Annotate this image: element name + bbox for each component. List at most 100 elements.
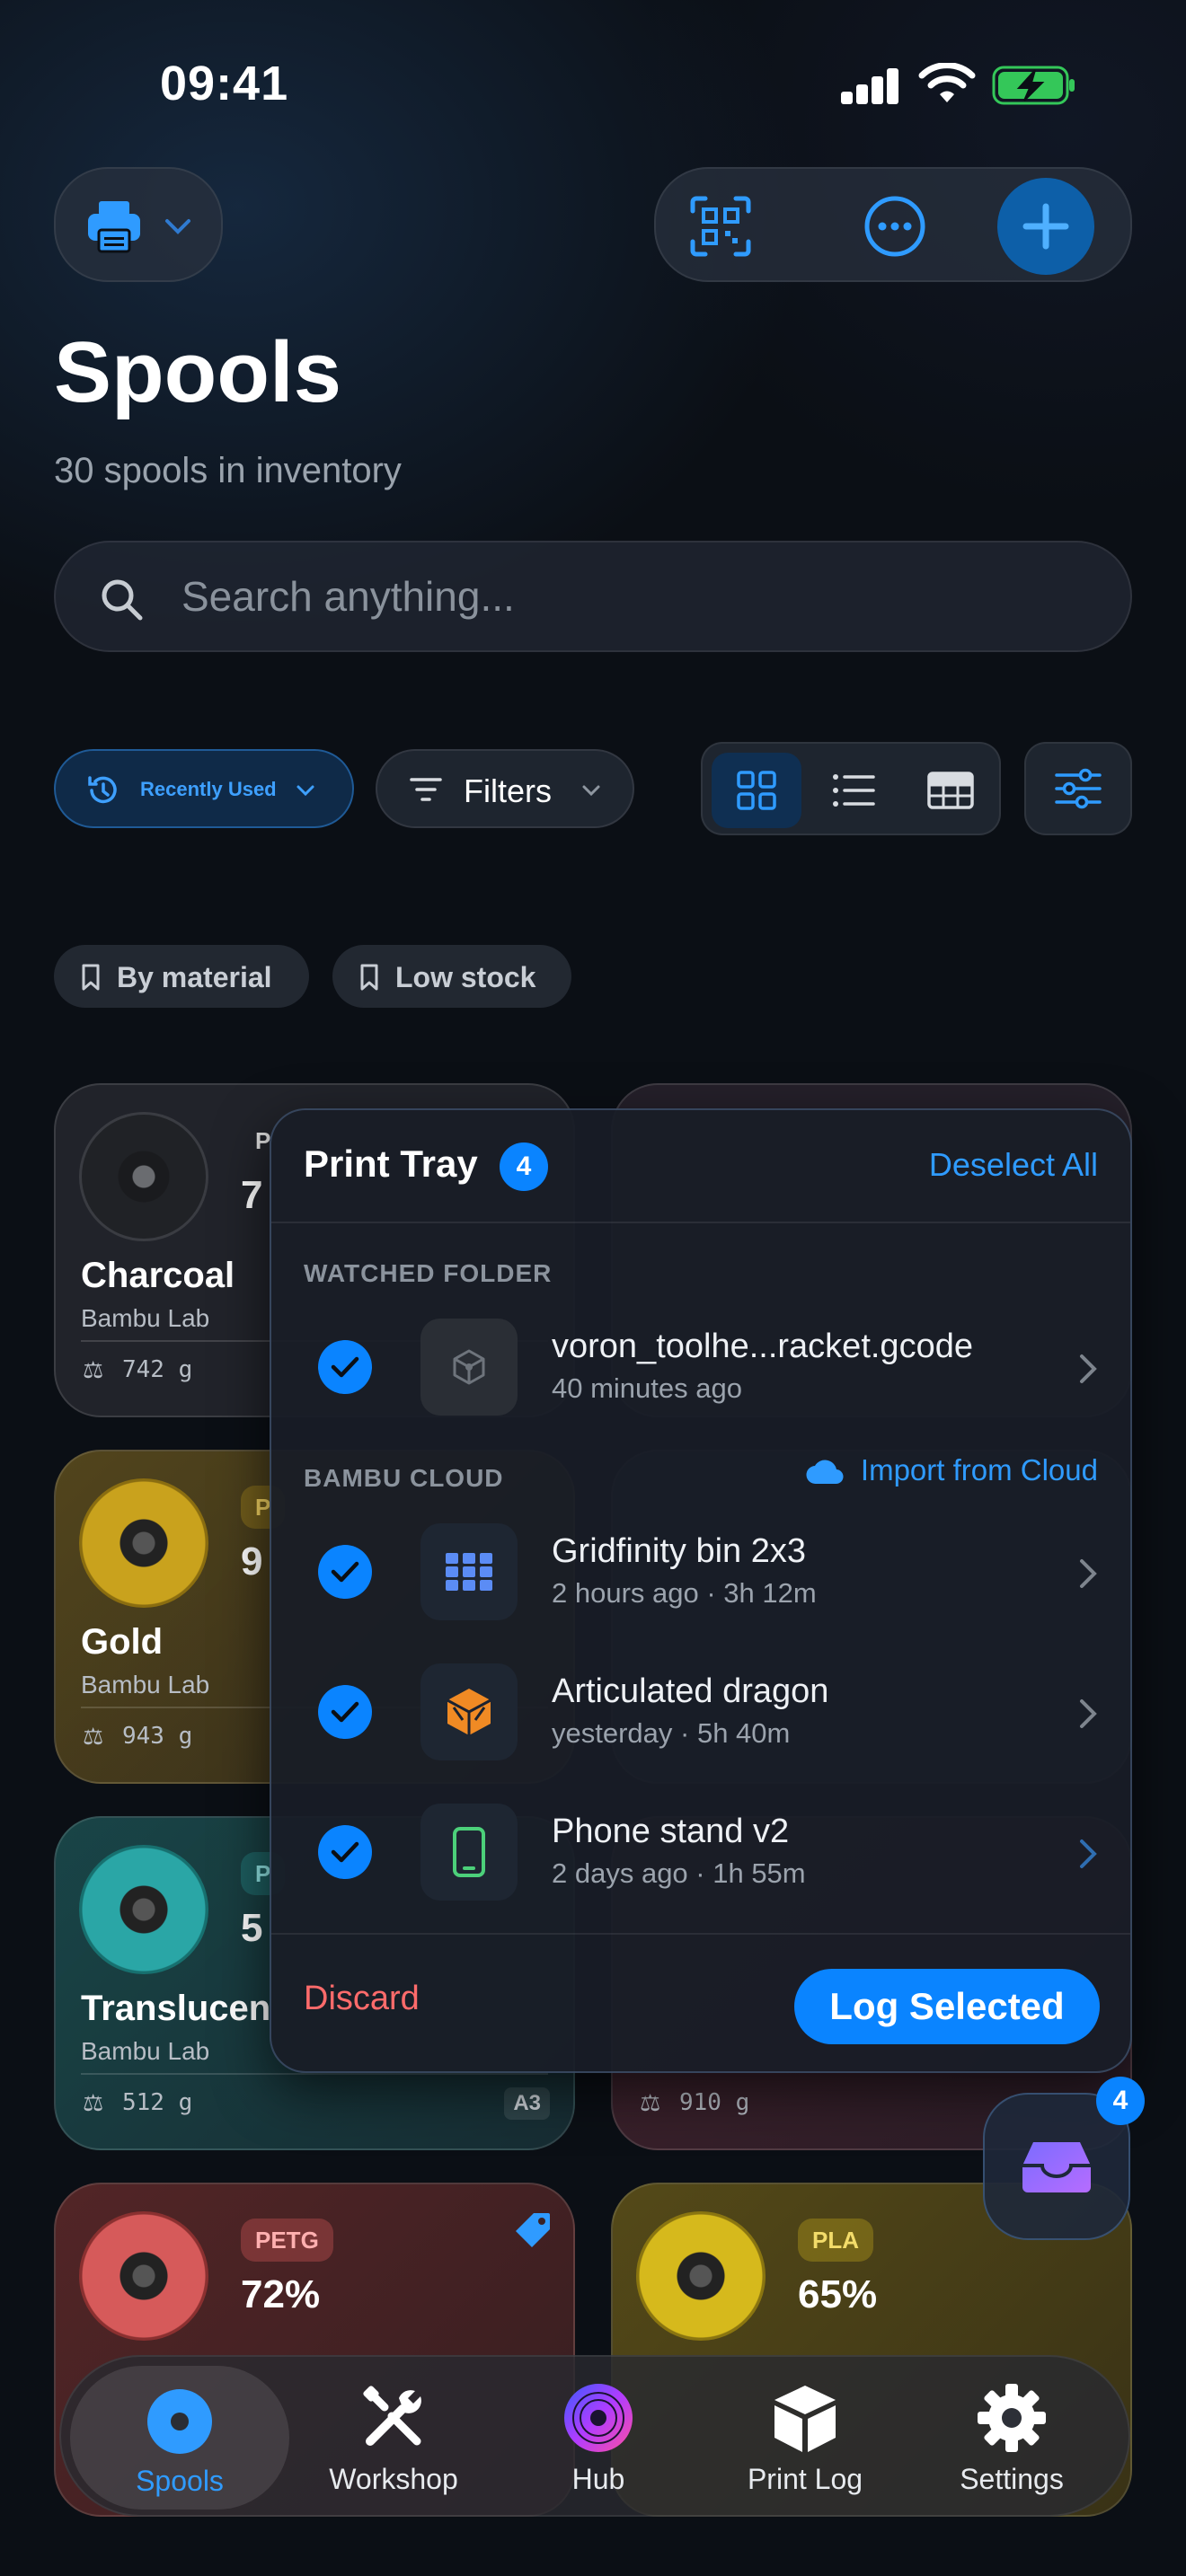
weight-icon: ⚖ bbox=[640, 2089, 661, 2116]
spool-name: Translucen bbox=[81, 1989, 271, 2028]
saved-filter-by-material[interactable]: By material bbox=[54, 945, 309, 1008]
saved-filter-label: By material bbox=[117, 961, 272, 993]
tab-settings[interactable]: Settings bbox=[906, 2357, 1118, 2519]
material-badge: PETG bbox=[241, 2219, 333, 2262]
spool-name: Charcoal bbox=[81, 1256, 235, 1295]
more-options-button[interactable] bbox=[850, 181, 940, 271]
chevron-right-icon bbox=[1080, 1699, 1097, 1728]
weight-icon: ⚖ bbox=[83, 1356, 104, 1383]
chevron-right-icon bbox=[1080, 1839, 1097, 1868]
plus-icon bbox=[1022, 203, 1069, 250]
item-subtitle: 2 hours ago · 3h 12m bbox=[552, 1577, 817, 1609]
wifi-icon bbox=[918, 63, 976, 102]
tray-count-badge: 4 bbox=[1096, 2077, 1145, 2125]
item-title: Gridfinity bin 2x3 bbox=[552, 1532, 807, 1570]
spool-weight: 742 g bbox=[122, 1356, 193, 1383]
spool-brand: Bambu Lab bbox=[81, 2037, 210, 2065]
chevron-down-icon bbox=[296, 785, 314, 797]
bookmark-icon bbox=[82, 964, 100, 991]
search-bar[interactable] bbox=[54, 541, 1132, 652]
history-icon bbox=[88, 776, 117, 804]
chevron-down-icon bbox=[582, 785, 600, 797]
inventory-count: 30 spools in inventory bbox=[54, 451, 402, 490]
filter-lines-icon bbox=[410, 778, 442, 801]
spool-icon bbox=[147, 2389, 212, 2454]
tray-count-badge: 4 bbox=[500, 1142, 548, 1191]
printer-selector-button[interactable] bbox=[54, 167, 223, 282]
tab-bar: Spools Workshop Hub Print Log Settings bbox=[59, 2355, 1130, 2517]
checkmark-icon[interactable] bbox=[318, 1545, 372, 1599]
item-subtitle: yesterday · 5h 40m bbox=[552, 1717, 791, 1749]
spool-icon bbox=[79, 1478, 208, 1608]
tray-item[interactable]: Articulated dragon yesterday · 5h 40m bbox=[271, 1645, 1130, 1780]
tab-label: Spools bbox=[136, 2465, 224, 2497]
hub-icon bbox=[564, 2384, 633, 2452]
add-spool-button[interactable] bbox=[997, 178, 1094, 275]
item-subtitle: 2 days ago · 1h 55m bbox=[552, 1857, 806, 1889]
import-from-cloud-button[interactable]: Import from Cloud bbox=[805, 1453, 1098, 1487]
tray-item[interactable]: Gridfinity bin 2x3 2 hours ago · 3h 12m bbox=[271, 1505, 1130, 1640]
customize-button[interactable] bbox=[1024, 742, 1132, 835]
spool-brand: Bambu Lab bbox=[81, 1671, 210, 1698]
saved-filter-label: Low stock bbox=[395, 961, 536, 993]
grid-view-button[interactable] bbox=[712, 753, 801, 828]
tray-icon bbox=[1022, 2142, 1091, 2192]
bookmark-icon bbox=[360, 964, 378, 991]
spool-weight: 512 g bbox=[122, 2089, 193, 2116]
tab-hub[interactable]: Hub bbox=[492, 2357, 704, 2519]
search-input[interactable] bbox=[181, 543, 1080, 650]
sort-label: Recently Used bbox=[140, 778, 277, 800]
grid-view-icon bbox=[737, 771, 776, 810]
cellular-signal-icon bbox=[841, 66, 900, 104]
spool-icon bbox=[79, 1112, 208, 1241]
divider bbox=[271, 1222, 1130, 1223]
spools-screen: 09:41 Spools 30 spools in inventory Sear… bbox=[0, 0, 1186, 2576]
tab-spools[interactable]: Spools bbox=[70, 2366, 289, 2510]
cloud-icon bbox=[806, 1460, 844, 1485]
tag-icon bbox=[516, 2213, 550, 2247]
filters-button[interactable]: Filters bbox=[376, 749, 634, 828]
page-title: Spools bbox=[54, 324, 342, 420]
item-title: Articulated dragon bbox=[552, 1672, 829, 1710]
table-view-button[interactable] bbox=[906, 753, 996, 828]
remaining-percent: 72% bbox=[241, 2272, 321, 2316]
grid-icon bbox=[420, 1523, 518, 1620]
box-icon bbox=[774, 2386, 836, 2452]
remaining-percent: 9 bbox=[241, 1539, 263, 1584]
tab-print-log[interactable]: Print Log bbox=[699, 2357, 911, 2519]
item-title: voron_toolhe...racket.gcode bbox=[552, 1328, 973, 1365]
checkmark-icon[interactable] bbox=[318, 1340, 372, 1394]
saved-filter-low-stock[interactable]: Low stock bbox=[332, 945, 571, 1008]
chevron-down-icon bbox=[165, 219, 190, 234]
tray-item[interactable]: voron_toolhe...racket.gcode 40 minutes a… bbox=[271, 1301, 1130, 1435]
discard-button[interactable]: Discard bbox=[304, 1980, 420, 2018]
section-bambu-cloud: BAMBU CLOUD bbox=[304, 1464, 504, 1492]
weight-icon: ⚖ bbox=[83, 1723, 104, 1750]
tray-item[interactable]: Phone stand v2 2 days ago · 1h 55m bbox=[271, 1786, 1130, 1920]
printer-icon bbox=[88, 201, 140, 253]
log-selected-button[interactable]: Log Selected bbox=[794, 1969, 1100, 2044]
sort-recently-used-button[interactable]: Recently Used bbox=[54, 749, 354, 828]
deselect-all-button[interactable]: Deselect All bbox=[929, 1146, 1098, 1184]
qr-scan-button[interactable] bbox=[676, 181, 766, 271]
checkmark-icon[interactable] bbox=[318, 1685, 372, 1739]
qr-code-icon bbox=[690, 196, 751, 257]
ellipsis-circle-icon bbox=[864, 196, 925, 257]
sliders-icon bbox=[1055, 768, 1102, 809]
table-view-icon bbox=[927, 772, 974, 809]
spool-icon bbox=[636, 2211, 766, 2341]
spool-weight: 910 g bbox=[679, 2089, 750, 2116]
search-icon bbox=[102, 579, 143, 621]
chevron-right-icon bbox=[1080, 1354, 1097, 1383]
material-badge: PLA bbox=[798, 2219, 873, 2262]
remaining-percent: 65% bbox=[798, 2272, 878, 2316]
divider bbox=[271, 1933, 1130, 1935]
checkmark-icon[interactable] bbox=[318, 1825, 372, 1879]
tab-label: Workshop bbox=[329, 2463, 458, 2495]
tools-icon bbox=[363, 2386, 421, 2446]
remaining-percent: 7 bbox=[241, 1173, 263, 1217]
list-view-button[interactable] bbox=[809, 753, 898, 828]
filters-label: Filters bbox=[464, 772, 552, 809]
tray-title: Print Tray bbox=[304, 1142, 478, 1185]
tab-workshop[interactable]: Workshop bbox=[288, 2357, 500, 2519]
